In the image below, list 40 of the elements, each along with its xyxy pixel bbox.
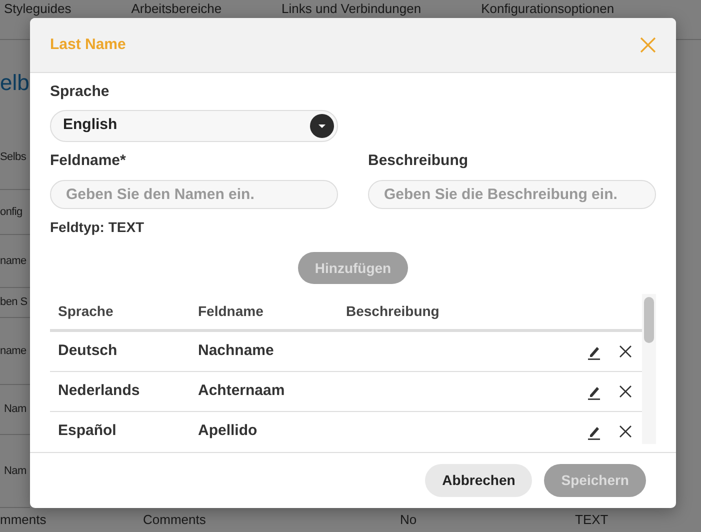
table-cell: Nederlands <box>58 382 140 400</box>
text-input-field[interactable]: Geben Sie die Beschreibung ein. <box>368 180 656 209</box>
table-cell: mments <box>0 512 46 528</box>
column-header: Beschreibung <box>346 303 440 319</box>
delete-icon[interactable] <box>619 385 632 398</box>
table-cell-text: Nam <box>4 464 26 479</box>
dialog-title: Last Name <box>50 34 126 55</box>
delete-icon[interactable] <box>619 425 632 438</box>
column-header: Feldname <box>198 303 264 319</box>
field-type-label: Feldtyp: TEXT <box>50 218 146 237</box>
table-cell-text: Nam <box>4 402 26 418</box>
table-cell-text: name <box>0 254 26 269</box>
column-header: Sprache <box>58 303 114 319</box>
table-cell: TEXT <box>575 512 608 528</box>
table-cell: No <box>400 512 417 528</box>
page-heading: elb <box>0 70 30 96</box>
field-label: Beschreibung <box>368 150 470 170</box>
table-cell-text: Selbs <box>0 150 26 166</box>
field-label: Sprache <box>50 82 110 102</box>
table-cell-text: ben S <box>0 295 28 310</box>
nav-tab[interactable]: Konfigurationsoptionen <box>481 1 614 17</box>
table-cell: Comments <box>143 512 206 528</box>
scrollbar[interactable] <box>642 294 656 444</box>
selected-value: English <box>63 115 118 136</box>
nav-tab[interactable]: Links und Verbindungen <box>282 1 422 17</box>
table-cell: Nachname <box>198 342 274 360</box>
field-label: Feldname* <box>50 150 127 170</box>
table-cell: Apellido <box>198 422 258 440</box>
table-cell: Deutsch <box>58 342 118 360</box>
table-cell: Achternaam <box>198 382 285 400</box>
table-cell-text: name <box>0 344 26 359</box>
cancel-button[interactable]: Abbrechen <box>425 464 532 497</box>
text-input-field[interactable]: Geben Sie den Namen ein. <box>50 180 338 209</box>
language-select[interactable]: English <box>50 110 338 142</box>
nav-tab[interactable]: Styleguides <box>4 1 72 17</box>
dropdown-caret-icon[interactable] <box>310 114 334 138</box>
delete-icon[interactable] <box>619 345 632 358</box>
table-cell-text: onfig <box>0 204 22 220</box>
table-cell: Español <box>58 422 116 440</box>
nav-tab[interactable]: Arbeitsbereiche <box>131 1 222 17</box>
